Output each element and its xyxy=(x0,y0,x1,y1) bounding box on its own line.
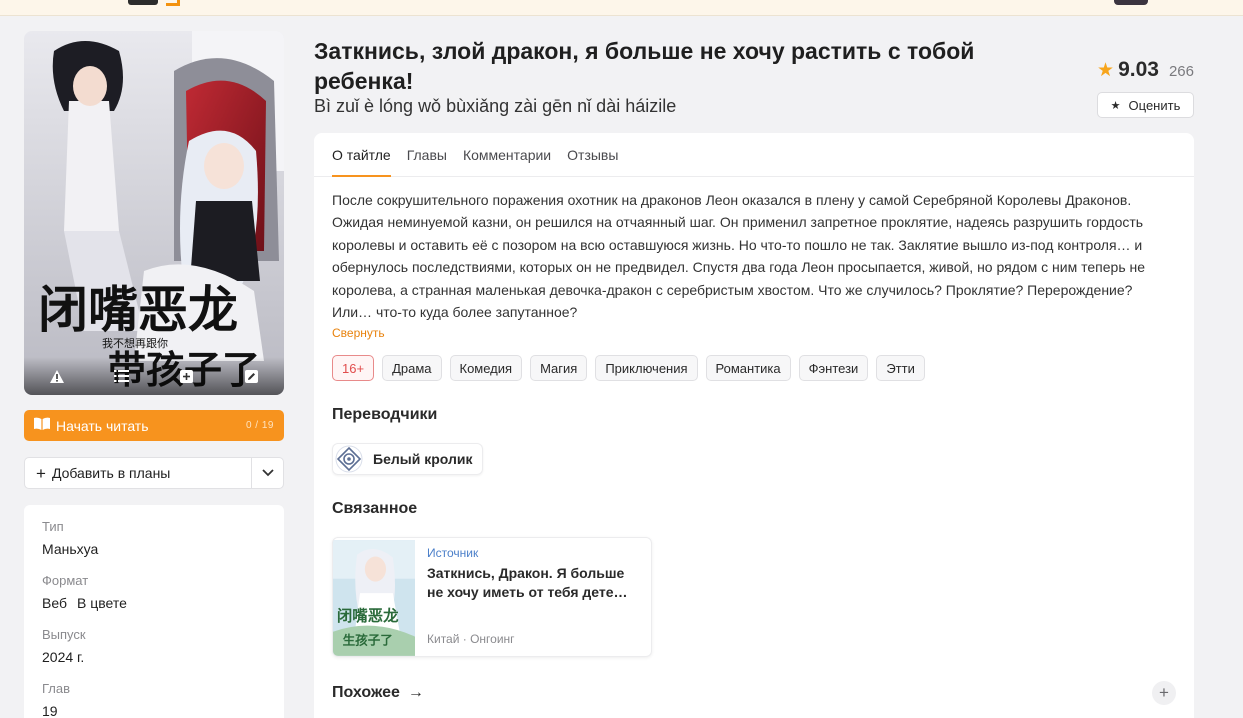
cover-title-text: 闭嘴恶龙 xyxy=(38,280,238,339)
book-open-icon xyxy=(34,417,50,435)
related-heading: Связанное xyxy=(332,500,418,517)
tag-comedy[interactable]: Комедия xyxy=(449,355,523,381)
star-icon: ★ xyxy=(1110,99,1121,112)
start-reading-label: Начать читать xyxy=(56,417,149,434)
tag-ecchi[interactable]: Этти xyxy=(876,355,925,381)
tag-adventure[interactable]: Приключения xyxy=(595,355,698,381)
rate-button[interactable]: ★ Оценить xyxy=(1097,92,1194,118)
tab-about[interactable]: О тайтле xyxy=(332,133,391,177)
related-card[interactable]: 闭嘴恶龙 生孩子了 Источник Заткнись, Дракон. Я б… xyxy=(332,537,652,657)
translators-heading: Переводчики xyxy=(332,406,438,423)
site-logo[interactable] xyxy=(128,0,158,5)
related-title[interactable]: Заткнись, Дракон. Я больше не хочу иметь… xyxy=(427,564,639,602)
info-release: Выпуск 2024 г. xyxy=(42,627,266,668)
info-type: Тип Маньхуа xyxy=(42,519,266,560)
add-to-plans-control: + Добавить в планы xyxy=(24,457,284,489)
similar-heading[interactable]: Похожее → xyxy=(332,684,424,702)
user-avatar[interactable] xyxy=(1114,0,1148,5)
tag-age-rating[interactable]: 16+ xyxy=(332,355,375,381)
info-label: Глав xyxy=(42,681,71,696)
cover-actions-bar xyxy=(24,357,284,395)
add-similar-button[interactable]: + xyxy=(1152,681,1176,705)
info-label: Формат xyxy=(42,573,89,588)
edit-icon[interactable] xyxy=(242,366,262,386)
svg-text:生孩子了: 生孩子了 xyxy=(343,632,393,647)
genre-tags: 16+ Драма Комедия Магия Приключения Рома… xyxy=(332,355,933,381)
alternative-title: Bì zuǐ è lóng wǒ bùxiǎng zài gēn nǐ dài … xyxy=(314,96,677,116)
site-logo-mark[interactable] xyxy=(166,0,180,6)
info-value[interactable]: Маньхуа xyxy=(42,541,266,560)
add-to-plans-label: Добавить в планы xyxy=(51,465,171,481)
translator-logo xyxy=(335,445,363,473)
info-value: 19 xyxy=(42,703,58,718)
info-value[interactable]: Веб xyxy=(42,595,67,611)
add-to-plans-button[interactable]: + Добавить в планы xyxy=(25,458,251,488)
info-chapters: Глав 19 xyxy=(42,681,266,718)
plus-icon: + xyxy=(1159,683,1169,702)
related-subtitle: Китай · Онгоинг xyxy=(427,632,515,646)
rate-label: Оценить xyxy=(1128,97,1181,113)
tab-chapters[interactable]: Главы xyxy=(407,133,447,176)
info-value[interactable]: 2024 г. xyxy=(42,649,266,668)
top-navbar xyxy=(0,0,1243,16)
rating-votes: 266 xyxy=(1168,63,1194,80)
star-icon: ★ xyxy=(1097,60,1115,81)
arrow-right-icon: → xyxy=(407,684,424,701)
tag-romance[interactable]: Романтика xyxy=(705,355,791,381)
related-thumbnail: 闭嘴恶龙 生孩子了 xyxy=(333,540,415,656)
tab-reviews[interactable]: Отзывы xyxy=(567,133,618,176)
info-value[interactable]: В цвете xyxy=(77,595,127,611)
info-format: Формат Веб В цвете xyxy=(42,573,266,614)
list-icon[interactable] xyxy=(112,366,132,386)
tag-fantasy[interactable]: Фэнтези xyxy=(798,355,869,381)
translator-name: Белый кролик xyxy=(373,451,473,467)
info-label: Тип xyxy=(42,519,64,534)
similar-label: Похожее xyxy=(332,684,400,701)
related-kind: Источник xyxy=(427,546,479,560)
content-panel: О тайтле Главы Комментарии Отзывы После … xyxy=(314,133,1194,718)
plans-dropdown-toggle[interactable] xyxy=(251,458,283,488)
translator-chip[interactable]: Белый кролик xyxy=(332,443,484,475)
plus-square-icon[interactable] xyxy=(177,366,197,386)
page-title: Заткнись, злой дракон, я больше не хочу … xyxy=(314,38,975,94)
rating-display: ★ 9.03 266 xyxy=(1088,58,1194,82)
chevron-down-icon xyxy=(261,469,274,477)
reading-progress: 0 / 19 xyxy=(245,420,274,431)
tab-bar: О тайтле Главы Комментарии Отзывы xyxy=(314,133,1194,177)
description-text: После сокрушительного поражения охотник … xyxy=(332,192,1146,321)
plus-icon: + xyxy=(36,463,46,483)
warning-icon[interactable] xyxy=(47,366,67,386)
rating-score: 9.03 xyxy=(1118,58,1159,81)
cover-image: 闭嘴恶龙 我不想再跟你 带孩子了 xyxy=(24,31,284,395)
tab-comments[interactable]: Комментарии xyxy=(463,133,551,176)
tag-magic[interactable]: Магия xyxy=(530,355,588,381)
info-label: Выпуск xyxy=(42,627,86,642)
svg-text:闭嘴恶龙: 闭嘴恶龙 xyxy=(337,606,399,625)
start-reading-button[interactable]: Начать читать 0 / 19 xyxy=(24,410,284,441)
info-card: Тип Маньхуа Формат Веб В цвете Выпуск 202… xyxy=(24,505,284,718)
tag-drama[interactable]: Драма xyxy=(382,355,442,381)
collapse-link[interactable]: Свернуть xyxy=(332,326,385,340)
